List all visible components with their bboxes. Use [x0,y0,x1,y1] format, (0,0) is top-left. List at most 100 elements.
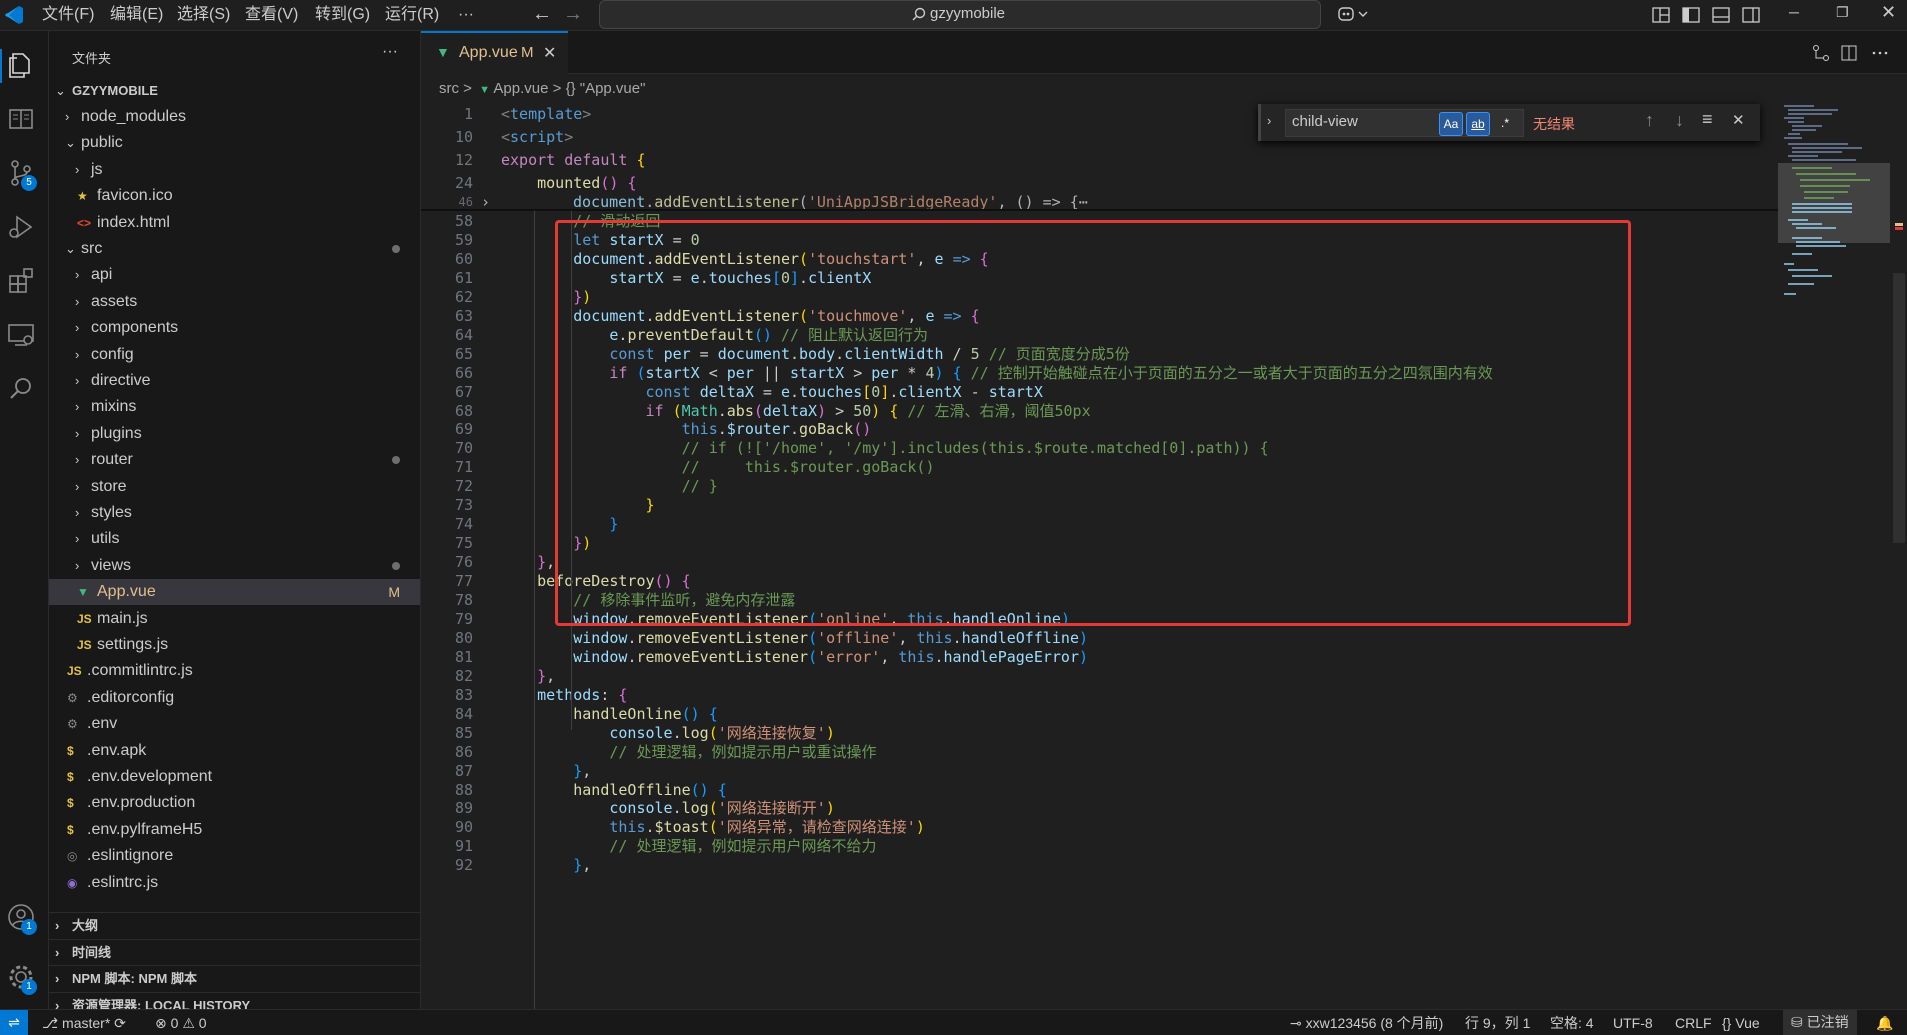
chevron-right-icon: › [55,918,60,933]
tree-item[interactable]: ★ favicon.ico [49,183,420,209]
close-tab-icon[interactable]: ✕ [543,43,556,63]
tree-item[interactable]: $ .env.development [49,764,420,790]
previous-match-icon[interactable]: ↑ [1645,110,1654,131]
remote-indicator-icon[interactable]: ⇌ [0,1010,28,1035]
tree-item[interactable]: › components [49,315,420,341]
dollar-file-icon: $ [67,770,74,784]
run-debug-icon[interactable] [5,211,37,243]
minimap[interactable] [1778,103,1890,1009]
close-find-icon[interactable]: ✕ [1732,111,1745,129]
forward-arrow-icon[interactable]: → [563,3,583,26]
tab-label: App.vue [459,44,518,61]
tree-item[interactable]: ⚙ .editorconfig [49,685,420,711]
find-in-selection-icon[interactable]: ≡ [1702,109,1713,130]
sidebar-section[interactable]: › NPM 脚本: NPM 脚本 [49,965,420,992]
settings-gear-icon[interactable]: 1 [5,961,37,995]
problems-item[interactable]: ⊗ 0 ⚠ 0 [155,1013,207,1033]
remote-explorer-icon[interactable] [5,319,37,351]
tree-item[interactable]: ⌄ src [49,236,420,262]
extensions-icon[interactable] [5,265,37,297]
tree-item[interactable]: ◎ .eslintignore [49,843,420,869]
branch-item[interactable]: ⎇ master* ⟳ [42,1013,126,1033]
menu-item[interactable]: 运行(R) [385,4,439,26]
search-view-icon[interactable] [5,373,37,405]
tree-item[interactable]: › mixins [49,394,420,420]
tree-item-label: favicon.ico [97,187,173,205]
copilot-icon[interactable] [1337,4,1371,24]
sync-icon[interactable]: ⟳ [114,1015,126,1031]
regex-toggle[interactable]: .* [1494,112,1516,134]
breadcrumb-file[interactable]: App.vue [493,80,548,97]
code-text: <template> [501,105,592,123]
tree-item[interactable]: ▼ App.vue M [49,579,420,606]
folded-line-peek: 46 › document.addEventListener('UniAppJSBr… [458,195,1088,209]
tree-item[interactable]: › router [49,447,420,473]
editor-scrollbar[interactable] [1890,103,1907,1009]
blame-item[interactable]: ⊸ xxw123456 (8 个月前) [1290,1013,1443,1033]
sidebar-more-button[interactable]: ··· [382,43,398,61]
menu-item[interactable]: ··· [458,4,474,26]
back-arrow-icon[interactable]: ← [532,3,552,26]
cursor-position[interactable]: 行 9，列 1 [1465,1013,1530,1033]
tree-item[interactable]: JS .commitlintrc.js [49,658,420,684]
source-control-icon[interactable]: 5 [5,157,37,191]
tree-item[interactable]: ⚙ .env [49,711,420,737]
toggle-replace-chevron-icon[interactable]: › [1267,113,1271,128]
tree-item[interactable]: JS main.js [49,606,420,632]
git-status-badge: M [388,584,400,601]
notifications-bell-icon[interactable]: 🔔 [1876,1013,1893,1033]
explorer-icon[interactable] [5,49,37,81]
tree-item[interactable]: › store [49,474,420,500]
minimize-window-icon[interactable]: ─ [1789,4,1799,20]
reader-icon[interactable] [5,103,37,135]
sidebar-section[interactable]: › 大纲 [49,912,420,939]
tree-item[interactable]: $ .env.pylframeH5 [49,817,420,843]
tree-item[interactable]: › directive [49,368,420,394]
tree-item[interactable]: › config [49,342,420,368]
tree-item[interactable]: › node_modules [49,104,420,130]
tree-item[interactable]: › js [49,157,420,183]
tree-item[interactable]: $ .env.apk [49,738,420,764]
root-folder[interactable]: ⌄ GZYYMOBILE [49,78,420,104]
language-mode[interactable]: {} Vue [1722,1013,1760,1033]
breadcrumb-src[interactable]: src [439,80,459,97]
tree-item-label: utils [91,530,120,548]
menu-item[interactable]: 编辑(E) [110,4,163,26]
restore-window-icon[interactable]: ❐ [1836,4,1849,21]
tree-item[interactable]: › assets [49,289,420,315]
tree-item[interactable]: ⌄ public [49,130,420,156]
next-match-icon[interactable]: ↓ [1675,110,1684,131]
tree-item[interactable]: <> index.html [49,210,420,236]
tree-item-label: .env.production [87,794,196,812]
indentation[interactable]: 空格: 4 [1550,1013,1594,1033]
menu-item[interactable]: 查看(V) [245,4,298,26]
find-result: 无结果 [1533,116,1575,132]
match-case-toggle[interactable]: Aa [1439,112,1463,136]
tree-item[interactable]: ◉ .eslintrc.js [49,870,420,896]
account-status[interactable]: ⛁ 已注销 [1783,1010,1857,1035]
dollar-file-icon: $ [67,796,74,811]
js-file-icon: JS [77,638,92,652]
line-ending[interactable]: CRLF [1675,1013,1712,1033]
chevron-down-icon: ⌄ [55,83,66,98]
whole-word-toggle[interactable]: ab [1466,112,1490,136]
command-center-search[interactable]: gzyymobile [599,0,1321,29]
close-window-icon[interactable]: ✕ [1881,2,1896,23]
tree-item[interactable]: JS settings.js [49,632,420,658]
menu-item[interactable]: 文件(F) [42,4,94,26]
sidebar-section[interactable]: › 时间线 [49,938,420,966]
tree-item[interactable]: › utils [49,526,420,552]
accounts-icon[interactable]: 1 [5,901,37,935]
find-input[interactable]: child-view Aa ab .* [1285,109,1524,137]
tree-item[interactable]: › styles [49,500,420,526]
indent-guide [534,210,535,1009]
tree-item[interactable]: $ .env.production [49,790,420,816]
menu-item[interactable]: 选择(S) [177,4,230,26]
tab-app-vue[interactable]: ▼ App.vue M ✕ [421,31,568,75]
tree-item[interactable]: › plugins [49,421,420,447]
breadcrumb-symbol[interactable]: {} "App.vue" [566,80,646,97]
encoding[interactable]: UTF-8 [1613,1013,1653,1033]
tree-item[interactable]: › views [49,553,420,579]
menu-item[interactable]: 转到(G) [315,4,370,26]
tree-item[interactable]: › api [49,262,420,288]
